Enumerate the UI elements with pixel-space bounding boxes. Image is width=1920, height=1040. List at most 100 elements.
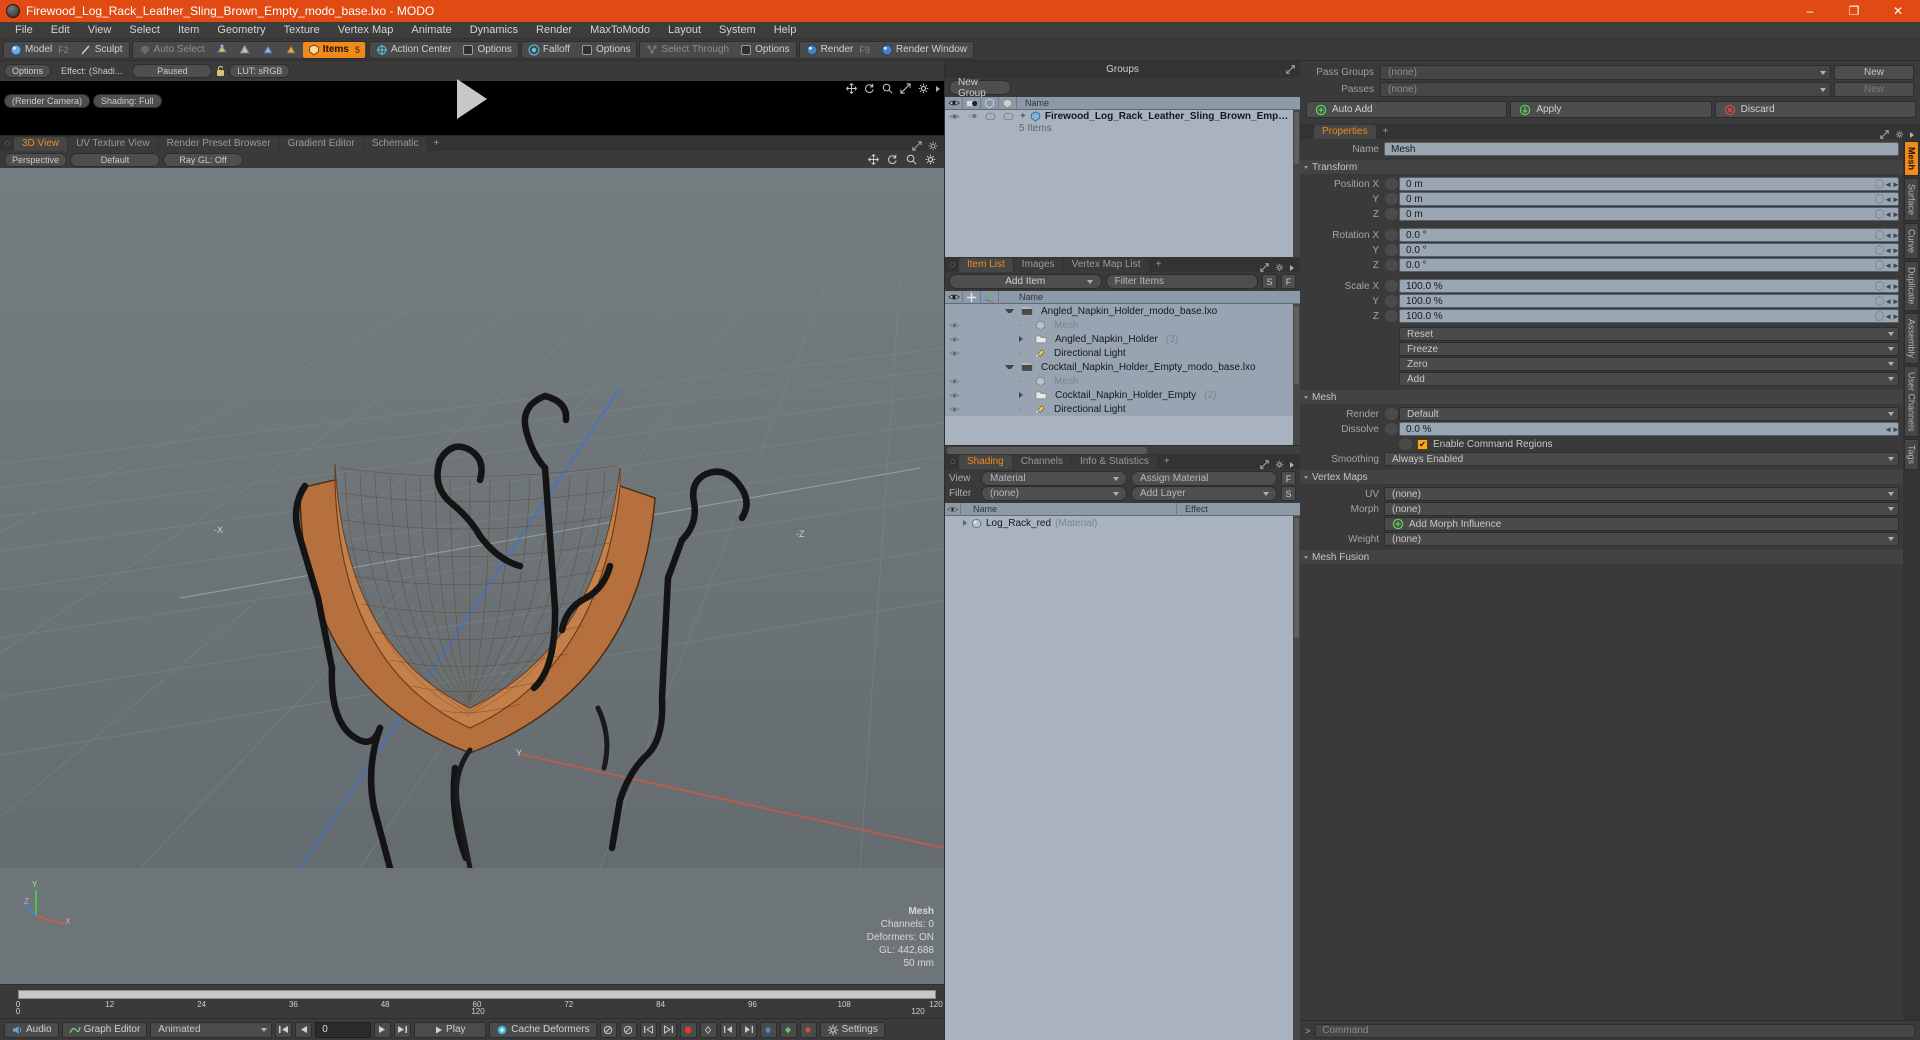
channel-knob-icon[interactable] [1399,438,1412,450]
vertical-tab-tags[interactable]: Tags [1904,439,1919,471]
gear-icon[interactable] [925,154,936,165]
audio-button[interactable]: Audio [4,1021,59,1038]
mesh-section-header[interactable]: Mesh [1300,390,1903,404]
tab-vertex-map-list[interactable]: Vertex Map List [1063,258,1149,272]
row-wireframe-toggle[interactable] [981,112,999,121]
menu-select[interactable]: Select [120,22,169,39]
animate-dot-icon[interactable] [1875,311,1884,321]
item-row-label[interactable]: Mesh [1054,320,1078,331]
table-row[interactable]: · Directional Light [945,402,1300,416]
filter-s-button[interactable]: S [1262,274,1277,289]
sculpt-mode-button[interactable]: Sculpt [75,42,128,58]
channel-knob-icon[interactable] [1385,310,1398,322]
pan-icon[interactable] [846,83,857,94]
expand-icon[interactable]: + [1020,111,1026,122]
row-visibility-toggle[interactable] [945,406,963,413]
menu-dynamics[interactable]: Dynamics [461,22,527,39]
zoom-icon[interactable] [882,83,893,94]
rotate-icon[interactable] [887,154,898,165]
close-button[interactable]: ✕ [1876,0,1920,22]
add-morph-influence-button[interactable]: Add Morph Influence [1384,517,1899,531]
tab-channels[interactable]: Channels [1012,455,1071,469]
animate-dot-icon[interactable] [1875,245,1884,255]
mini-spinner-icon[interactable]: ◄► [1884,244,1900,256]
rotation-z-input[interactable]: 0.0 ° ◄► [1385,258,1900,272]
action-center-button[interactable]: Action Center [371,42,457,58]
table-row[interactable]: Cocktail_Napkin_Holder_Empty_modo_base.l… [945,360,1300,374]
render-button[interactable]: Render F9 [801,42,875,58]
shading-vertical-scrollbar[interactable] [1293,516,1300,1040]
expand-arrow-icon[interactable] [1019,392,1028,398]
channel-knob-icon[interactable] [1385,423,1398,435]
gear-icon[interactable] [918,83,929,94]
vertical-tab-duplicate[interactable]: Duplicate [1904,261,1919,311]
groups-col-wireframe[interactable] [981,96,999,110]
discard-button[interactable]: Discard [1714,101,1916,118]
table-row[interactable]: Cocktail_Napkin_Holder_Empty (2) [945,388,1300,402]
maximize-panel-icon[interactable] [1260,263,1269,272]
scale-z-input[interactable]: 100.0 % ◄► [1385,309,1900,323]
expand-arrow-icon[interactable] [963,520,967,526]
tab-shading[interactable]: Shading [959,455,1012,469]
filter-f-button[interactable]: F [1281,274,1296,289]
row-camera-toggle[interactable] [963,112,981,120]
mini-spinner-icon[interactable]: ◄► [1884,208,1900,220]
groups-vertical-scrollbar[interactable] [1293,110,1300,257]
row-visibility-toggle[interactable] [945,378,963,385]
menu-edit[interactable]: Edit [42,22,79,39]
gear-icon[interactable] [1895,130,1904,139]
go-to-end-button[interactable] [394,1021,412,1038]
tab-add-button[interactable]: + [428,137,446,151]
preview-paused-button[interactable]: Paused [132,64,213,78]
mini-spinner-icon[interactable]: ◄► [1884,423,1900,435]
ruler-bar[interactable] [18,990,936,999]
groups-col-camera[interactable] [963,96,981,110]
table-row[interactable]: · Mesh [945,318,1300,332]
morph-dropdown[interactable]: (none) [1384,502,1899,516]
tab-add-button[interactable]: + [1150,258,1168,272]
assign-material-button[interactable]: Assign Material [1131,471,1277,486]
key-last-button[interactable] [739,1021,757,1038]
record-key-button[interactable] [679,1021,697,1038]
table-row[interactable]: Angled_Napkin_Holder_modo_base.lxo [945,304,1300,318]
item-col-axis[interactable] [981,290,999,304]
prev-frame-button[interactable] [295,1021,313,1038]
mini-spinner-icon[interactable]: ◄► [1884,193,1900,205]
scale-y-input[interactable]: 100.0 % ◄► [1385,294,1900,308]
vertex-maps-section-header[interactable]: Vertex Maps [1300,470,1903,484]
channel-knob-icon[interactable] [1385,229,1398,241]
channel-knob-icon[interactable] [1385,408,1398,420]
position-x-input[interactable]: 0 m ◄► [1385,177,1900,191]
item-list-vertical-scrollbar[interactable] [1293,304,1300,445]
panel-menu-arrow-icon[interactable] [1290,264,1294,271]
menu-file[interactable]: File [6,22,42,39]
shading-col-eye[interactable] [945,502,961,516]
animate-dot-icon[interactable] [1875,179,1884,189]
tab-add-button[interactable]: + [1377,125,1395,139]
enable-command-regions-checkbox[interactable]: ✔ [1417,438,1428,450]
perspective-button[interactable]: Perspective [4,152,68,167]
maximize-button[interactable]: ❐ [1832,0,1876,22]
channel-knob-icon[interactable] [1385,193,1398,205]
name-input[interactable]: Mesh [1384,142,1899,156]
preview-effect-label[interactable]: Effect: (Shadi... [54,64,129,78]
add-dropdown[interactable]: Add [1399,372,1899,386]
render-window-button[interactable]: Render Window [876,42,972,58]
new-group-button[interactable]: New Group [949,77,1011,99]
auto-select-button[interactable]: Auto Select [134,42,210,58]
shading-row-label[interactable]: Log_Rack_red [986,518,1051,529]
apply-button[interactable]: Apply [1510,101,1712,118]
channel-knob-icon[interactable] [1385,280,1398,292]
channel-knob-icon[interactable] [1385,244,1398,256]
leaf-marker-icon[interactable]: · [1019,376,1028,387]
key-color-b-button[interactable] [779,1021,797,1038]
shading-panel-dot-icon[interactable] [950,459,955,464]
menu-view[interactable]: View [79,22,121,39]
channel-knob-icon[interactable] [1385,295,1398,307]
rotation-y-input[interactable]: 0.0 ° ◄► [1385,243,1900,257]
table-row[interactable]: · Directional Light [945,346,1300,360]
select-through-options-button[interactable]: Options [735,42,794,58]
edge-mode-button[interactable] [234,42,256,58]
scrollbar-thumb[interactable] [947,447,1147,454]
scrollbar-thumb[interactable] [1294,112,1299,164]
